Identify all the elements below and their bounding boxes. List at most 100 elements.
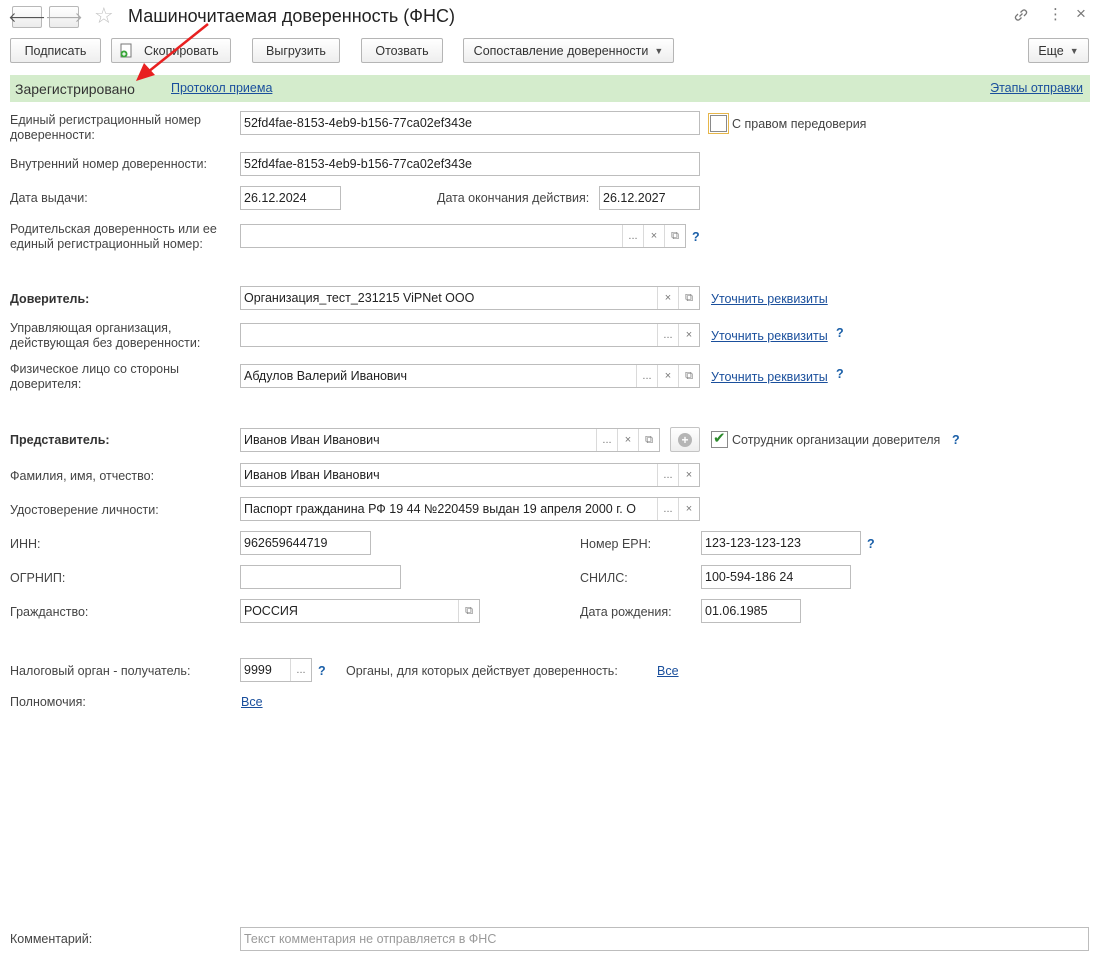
principal-person-value: Абдулов Валерий Иванович — [244, 369, 408, 383]
select-button[interactable]: ... — [657, 498, 678, 520]
employee-checkbox[interactable] — [711, 429, 728, 448]
sign-button[interactable]: Подписать — [10, 38, 101, 63]
principal-person-label: Физическое лицо со стороны доверителя: — [10, 362, 180, 391]
full-name-field[interactable]: Иванов Иван Иванович ... × — [240, 463, 700, 487]
internal-number-value: 52fd4fae-8153-4eb9-b156-77ca02ef343e — [244, 157, 472, 171]
reg-number-label: Единый регистрационный номер доверенност… — [10, 113, 201, 142]
parent-field[interactable]: ... × ⧉ — [240, 224, 686, 248]
plus-icon: + — [678, 432, 692, 447]
principal-person-details-link[interactable]: Уточнить реквизиты — [711, 370, 828, 384]
snils-label: СНИЛС: — [580, 571, 628, 585]
redelegation-checkbox[interactable] — [708, 113, 729, 134]
end-date-field[interactable]: 26.12.2027 — [599, 186, 700, 210]
help-icon[interactable]: ? — [952, 433, 960, 447]
principal-label: Доверитель: — [10, 292, 90, 306]
representative-field[interactable]: Иванов Иван Иванович ... × ⧉ — [240, 428, 660, 452]
powers-label: Полномочия: — [10, 695, 86, 709]
stages-link[interactable]: Этапы отправки — [990, 81, 1083, 95]
help-icon[interactable]: ? — [836, 326, 844, 340]
ern-field[interactable]: 123-123-123-123 — [701, 531, 861, 555]
clear-icon[interactable]: × — [657, 365, 678, 387]
full-name-value: Иванов Иван Иванович — [244, 468, 380, 482]
more-button[interactable]: Еще ▼ — [1028, 38, 1089, 63]
close-icon[interactable]: × — [1076, 5, 1086, 22]
citizenship-value: РОССИЯ — [244, 604, 298, 618]
citizenship-field[interactable]: РОССИЯ ⧉ — [240, 599, 480, 623]
bodies-all-link[interactable]: Все — [657, 664, 679, 678]
select-button[interactable]: ... — [657, 324, 678, 346]
more-button-label: Еще — [1038, 43, 1064, 58]
annotation-arrow-icon — [136, 23, 209, 81]
open-icon[interactable]: ⧉ — [458, 600, 479, 622]
select-button[interactable]: ... — [622, 225, 643, 247]
id-doc-field[interactable]: Паспорт гражданина РФ 19 44 №220459 выда… — [240, 497, 700, 521]
snils-field[interactable]: 100-594-186 24 — [701, 565, 851, 589]
comment-field[interactable]: Текст комментария не отправляется в ФНС — [240, 927, 1089, 951]
favorite-star-icon[interactable]: ☆ — [94, 5, 114, 27]
principal-person-field[interactable]: Абдулов Валерий Иванович ... × ⧉ — [240, 364, 700, 388]
redelegation-label: С правом передоверия — [732, 117, 867, 131]
export-button[interactable]: Выгрузить — [252, 38, 340, 63]
select-button[interactable]: ... — [657, 464, 678, 486]
open-icon[interactable]: ⧉ — [678, 365, 699, 387]
issue-date-field[interactable]: 26.12.2024 — [240, 186, 341, 210]
select-button[interactable]: ... — [290, 659, 311, 681]
reg-number-value: 52fd4fae-8153-4eb9-b156-77ca02ef343e — [244, 116, 472, 130]
dropdown-arrow-icon: ▼ — [1069, 45, 1079, 56]
help-icon[interactable]: ? — [867, 537, 875, 551]
reg-number-field[interactable]: 52fd4fae-8153-4eb9-b156-77ca02ef343e — [240, 111, 700, 135]
compare-button-label: Сопоставление доверенности — [473, 43, 649, 58]
sign-button-label: Подписать — [24, 43, 87, 58]
forward-button[interactable]: 🡒 — [45, 6, 83, 28]
select-button[interactable]: ... — [596, 429, 617, 451]
inn-field[interactable]: 962659644719 — [240, 531, 371, 555]
ern-value: 123-123-123-123 — [705, 536, 801, 550]
ogrnip-field[interactable] — [240, 565, 401, 589]
managing-org-details-link[interactable]: Уточнить реквизиты — [711, 329, 828, 343]
status-text: Зарегистрировано — [15, 81, 135, 97]
export-button-label: Выгрузить — [266, 43, 326, 58]
birth-date-field[interactable]: 01.06.1985 — [701, 599, 801, 623]
more-menu-icon[interactable]: ⋮ — [1048, 7, 1063, 22]
principal-field[interactable]: Организация_тест_231215 ViPNet ООО × ⧉ — [240, 286, 700, 310]
compare-dropdown-button[interactable]: Сопоставление доверенности ▼ — [463, 38, 674, 63]
inn-label: ИНН: — [10, 537, 41, 551]
representative-value: Иванов Иван Иванович — [244, 433, 380, 447]
comment-placeholder: Текст комментария не отправляется в ФНС — [244, 932, 497, 946]
internal-number-label: Внутренний номер доверенности: — [10, 157, 207, 171]
powers-all-link[interactable]: Все — [241, 695, 263, 709]
help-icon[interactable]: ? — [692, 230, 700, 244]
clear-icon[interactable]: × — [678, 498, 699, 520]
end-date-value: 26.12.2027 — [603, 191, 666, 205]
add-representative-button[interactable]: + — [670, 427, 700, 452]
principal-value: Организация_тест_231215 ViPNet ООО — [244, 291, 475, 305]
help-icon[interactable]: ? — [318, 664, 326, 678]
end-date-label: Дата окончания действия: — [437, 191, 590, 205]
clear-icon[interactable]: × — [643, 225, 664, 247]
open-icon[interactable]: ⧉ — [638, 429, 659, 451]
ogrnip-value — [241, 566, 400, 588]
open-icon[interactable]: ⧉ — [678, 287, 699, 309]
clear-icon[interactable]: × — [617, 429, 638, 451]
employee-label: Сотрудник организации доверителя — [732, 433, 941, 447]
clear-icon[interactable]: × — [678, 464, 699, 486]
id-doc-value: Паспорт гражданина РФ 19 44 №220459 выда… — [244, 502, 636, 516]
help-icon[interactable]: ? — [836, 367, 844, 381]
managing-org-field[interactable]: ... × — [240, 323, 700, 347]
representative-label: Представитель: — [10, 433, 110, 447]
inn-value: 962659644719 — [244, 536, 328, 550]
tax-authority-field[interactable]: 9999 ... — [240, 658, 312, 682]
clear-icon[interactable]: × — [657, 287, 678, 309]
revoke-button[interactable]: Отозвать — [361, 38, 443, 63]
id-doc-label: Удостоверение личности: — [10, 503, 159, 517]
back-button[interactable]: 🡐 — [8, 6, 46, 28]
principal-details-link[interactable]: Уточнить реквизиты — [711, 292, 828, 306]
select-button[interactable]: ... — [636, 365, 657, 387]
bodies-label: Органы, для которых действует довереннос… — [346, 664, 618, 678]
clear-icon[interactable]: × — [678, 324, 699, 346]
internal-number-field[interactable]: 52fd4fae-8153-4eb9-b156-77ca02ef343e — [240, 152, 700, 176]
issue-date-value: 26.12.2024 — [244, 191, 307, 205]
ogrnip-label: ОГРНИП: — [10, 571, 66, 585]
link-icon[interactable] — [1013, 7, 1029, 25]
open-icon[interactable]: ⧉ — [664, 225, 685, 247]
